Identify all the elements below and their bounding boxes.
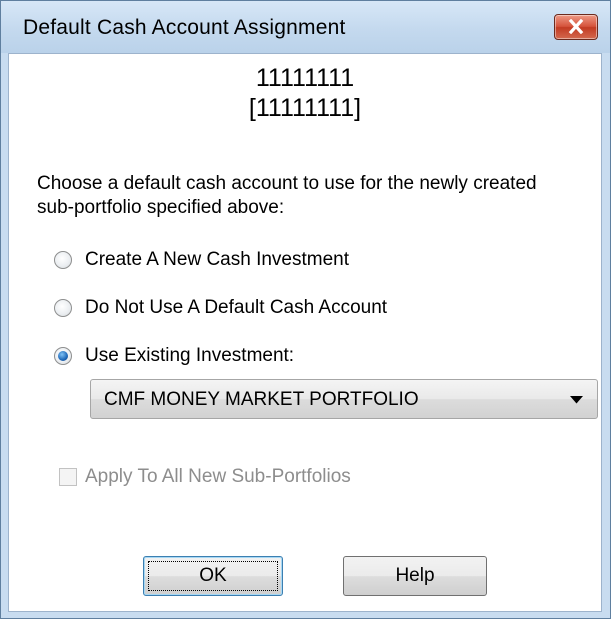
ok-button-label: OK <box>199 565 227 586</box>
close-icon <box>568 19 584 34</box>
dialog-window: Default Cash Account Assignment 11111111… <box>0 0 611 619</box>
ok-button[interactable]: OK <box>143 556 283 596</box>
radio-label: Do Not Use A Default Cash Account <box>85 297 388 318</box>
chevron-down-icon <box>570 396 583 404</box>
instruction-text: Choose a default cash account to use for… <box>37 173 537 218</box>
dialog-content: 11111111 [11111111] Choose a default cas… <box>8 53 602 612</box>
apply-all-checkbox <box>59 468 77 486</box>
portfolio-name: 11111111 <box>255 64 355 92</box>
window-title: Default Cash Account Assignment <box>23 16 346 39</box>
help-button[interactable]: Help <box>343 556 487 596</box>
existing-investment-select[interactable]: CMF MONEY MARKET PORTFOLIO <box>90 379 598 419</box>
selected-investment: CMF MONEY MARKET PORTFOLIO <box>104 389 419 410</box>
radio-button[interactable] <box>54 251 72 269</box>
title-bar[interactable]: Default Cash Account Assignment <box>1 1 610 53</box>
portfolio-code: [11111111] <box>248 94 362 122</box>
help-button-label: Help <box>395 565 435 586</box>
radio-button-selected[interactable] <box>54 347 72 365</box>
radio-button[interactable] <box>54 299 72 317</box>
apply-all-label: Apply To All New Sub-Portfolios <box>85 466 351 487</box>
radio-label: Create A New Cash Investment <box>85 249 350 270</box>
radio-label: Use Existing Investment: <box>85 345 295 366</box>
close-button[interactable] <box>554 14 598 40</box>
